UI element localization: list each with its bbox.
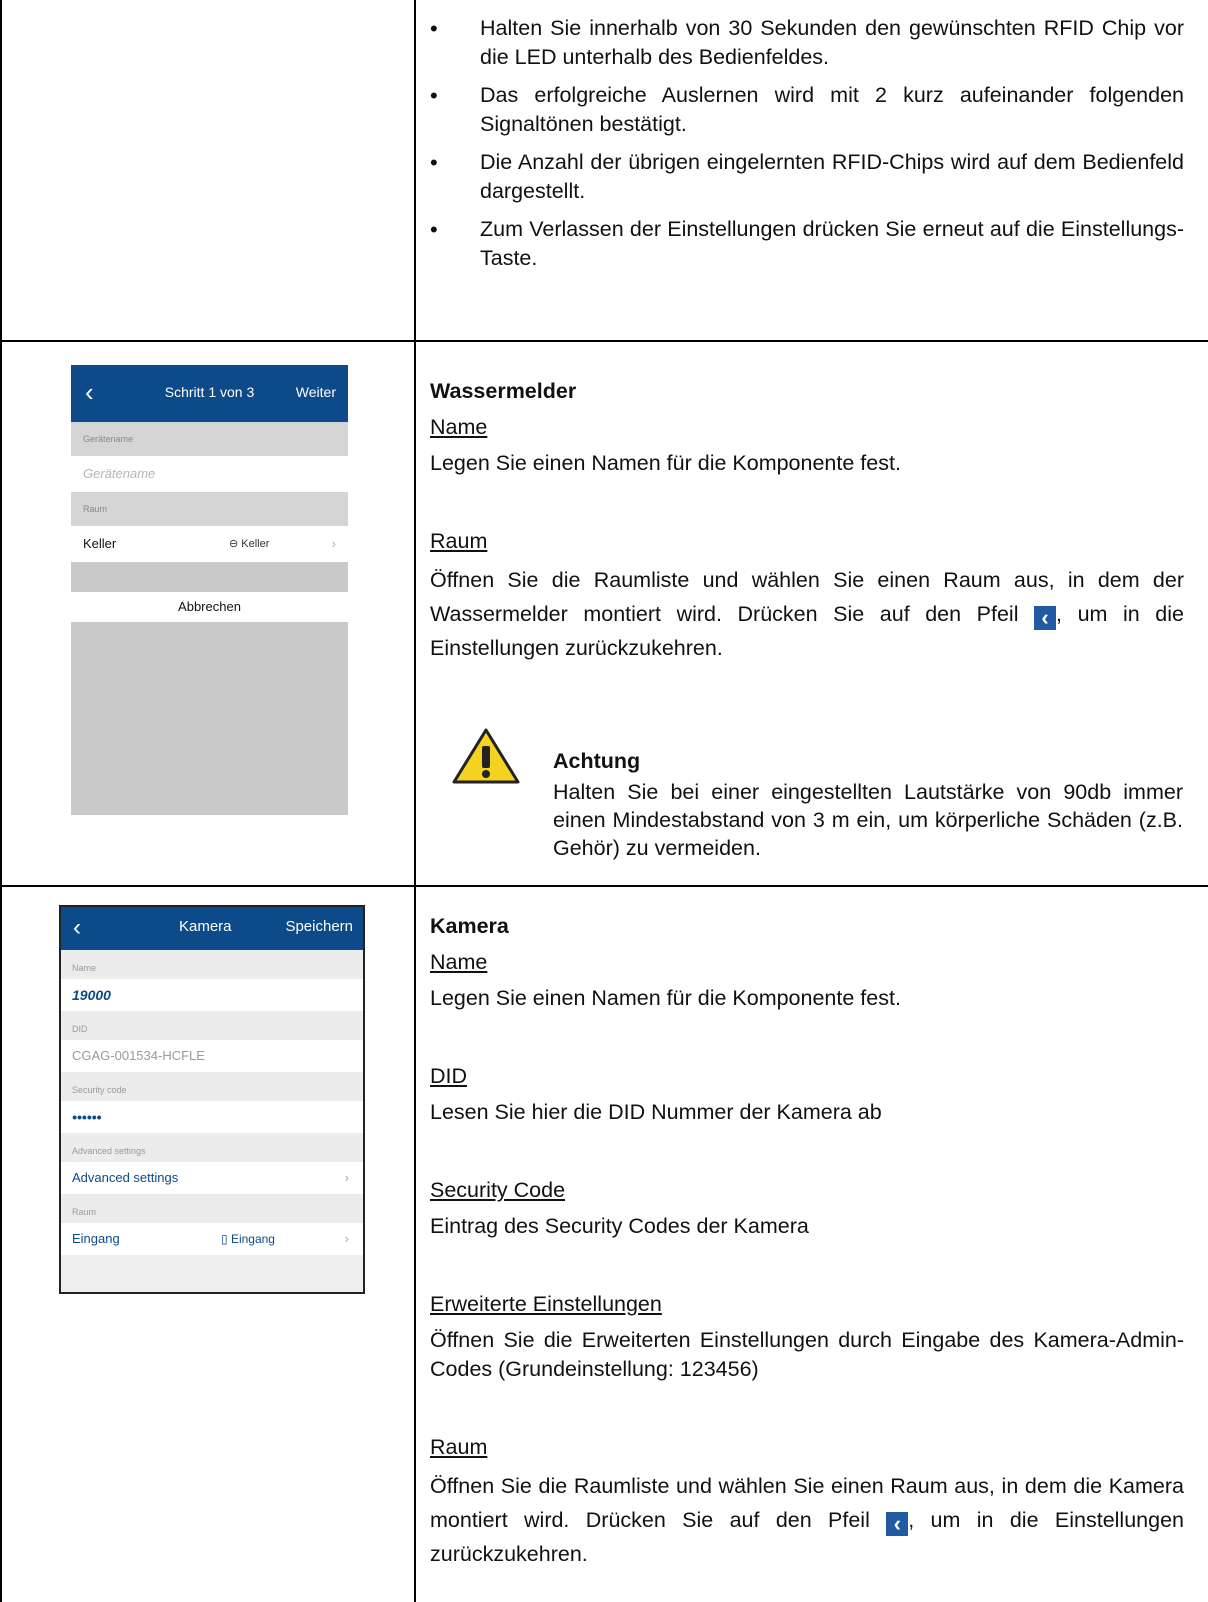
paragraph: Lesen Sie hier die DID Nummer der Kamera… [430, 1100, 882, 1124]
row3-text-cell: Kamera Name Legen Sie einen Namen für di… [430, 912, 1184, 1571]
chevron-right-icon: › [344, 1231, 349, 1246]
spacer [71, 562, 348, 592]
security-code-label: Security code [61, 1072, 363, 1101]
device-name-label: Gerätename [71, 422, 348, 456]
sub-heading: DID [430, 1064, 468, 1088]
chevron-right-icon: › [344, 1170, 349, 1185]
name-field[interactable]: 19000 [61, 979, 363, 1011]
table-row-divider-2 [0, 885, 1208, 887]
paragraph: Öffnen Sie die Erweiterten Einstellungen… [430, 1328, 1184, 1381]
document-table: Halten Sie innerhalb von 30 Sekunden den… [0, 0, 1208, 1602]
sub-heading: Name [430, 415, 488, 439]
room-value: Keller [83, 536, 117, 551]
row2-text-cell: Wassermelder Name Legen Sie einen Namen … [430, 377, 1184, 665]
save-button[interactable]: Speichern [285, 918, 353, 935]
paragraph: Eintrag des Security Codes der Kamera [430, 1214, 809, 1238]
did-field: CGAG-001534-HCFLE [61, 1040, 363, 1072]
advanced-settings-row[interactable]: Advanced settings › [61, 1162, 363, 1194]
phone-title: Kamera [179, 918, 232, 935]
warning-title: Achtung [553, 749, 641, 773]
sub-heading: Erweiterte Einstellungen [430, 1292, 662, 1316]
next-button[interactable]: Weiter [296, 384, 336, 400]
lock-icon: ⊖ [229, 538, 242, 550]
device-name-input[interactable]: Gerätename [71, 456, 348, 492]
table-row-divider-1 [0, 340, 1208, 342]
room-right-value: ▯ Eingang [221, 1223, 275, 1255]
room-right-value: ⊖ Keller [229, 526, 269, 562]
room-label: Raum [71, 492, 348, 526]
advanced-settings-value: Advanced settings [72, 1170, 179, 1185]
back-arrow-icon: ‹ [886, 1512, 909, 1536]
section-heading: Kamera [430, 914, 509, 938]
chevron-right-icon: › [331, 536, 336, 551]
row1-text-cell: Halten Sie innerhalb von 30 Sekunden den… [430, 14, 1184, 282]
list-item: Die Anzahl der übrigen eingelernten RFID… [430, 148, 1184, 206]
list-item: Halten Sie innerhalb von 30 Sekunden den… [430, 14, 1184, 72]
sub-heading: Raum [430, 1435, 488, 1459]
phone-header: ‹ Kamera Speichern [61, 907, 363, 950]
sub-heading: Name [430, 950, 488, 974]
door-icon: ▯ [221, 1232, 231, 1246]
warning-icon [452, 728, 520, 784]
room-value: Eingang [72, 1231, 120, 1246]
table-border-left [0, 0, 2, 1602]
back-arrow-icon: ‹ [1034, 606, 1057, 630]
sub-heading: Raum [430, 529, 488, 553]
sub-heading: Security Code [430, 1178, 566, 1202]
phone-header: ‹ Schritt 1 von 3 Weiter [71, 365, 348, 422]
back-chevron-icon[interactable]: ‹ [73, 913, 81, 943]
advanced-settings-label: Advanced settings [61, 1133, 363, 1162]
room-select-row[interactable]: Eingang ▯ Eingang › [61, 1223, 363, 1255]
room-right-label: Eingang [230, 1232, 275, 1246]
table-column-divider [414, 0, 416, 1602]
room-right-label: Keller [241, 538, 270, 550]
security-code-field[interactable]: •••••• [61, 1101, 363, 1133]
wassermelder-phone-screenshot: ‹ Schritt 1 von 3 Weiter Gerätename Gerä… [71, 365, 348, 815]
paragraph: Legen Sie einen Namen für die Komponente… [430, 986, 901, 1010]
rfid-bullet-list: Halten Sie innerhalb von 30 Sekunden den… [430, 14, 1184, 273]
room-label: Raum [61, 1194, 363, 1223]
did-label: DID [61, 1011, 363, 1040]
room-select-row[interactable]: Keller ⊖ Keller › [71, 526, 348, 562]
list-item: Zum Verlassen der Einstellungen drücken … [430, 215, 1184, 273]
name-label: Name [61, 950, 363, 979]
warning-text: Halten Sie bei einer eingestellten Lauts… [553, 780, 1183, 860]
cancel-button[interactable]: Abbrechen [71, 592, 348, 622]
paragraph: Öffnen Sie die Raumliste und wählen Sie … [430, 1469, 1184, 1571]
section-heading: Wassermelder [430, 379, 577, 403]
list-item: Das erfolgreiche Auslernen wird mit 2 ku… [430, 81, 1184, 139]
kamera-phone-screenshot: ‹ Kamera Speichern Name 19000 DID CGAG-0… [59, 905, 365, 1294]
paragraph: Öffnen Sie die Raumliste und wählen Sie … [430, 563, 1184, 665]
paragraph: Legen Sie einen Namen für die Komponente… [430, 451, 901, 475]
